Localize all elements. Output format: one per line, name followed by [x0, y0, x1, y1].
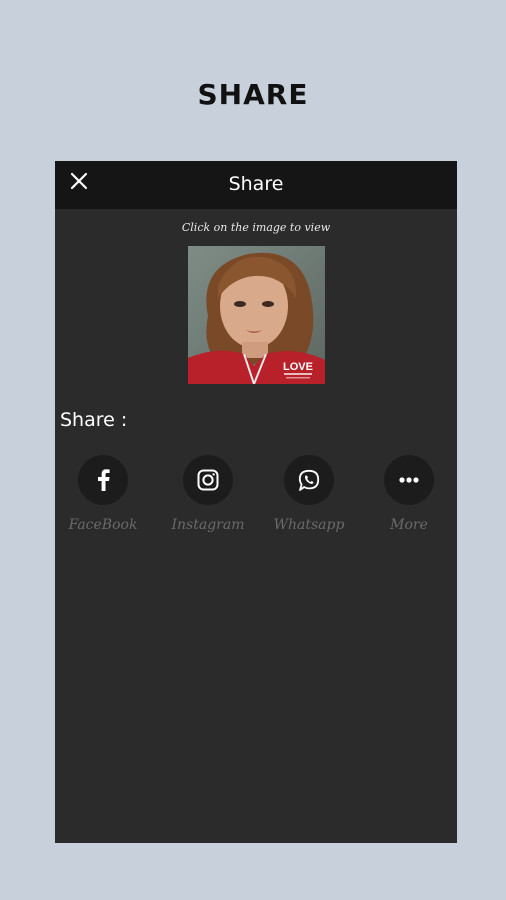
more-circle [384, 455, 434, 505]
share-label: Share : [60, 409, 128, 431]
preview-overlay-text: LOVE [283, 361, 313, 373]
instagram-icon [197, 469, 219, 491]
page-title: SHARE [197, 78, 309, 111]
share-option-label: Whatsapp [273, 517, 345, 533]
view-hint: Click on the image to view [181, 221, 331, 234]
share-facebook-button[interactable]: FaceBook [55, 455, 153, 539]
share-more-button[interactable]: More [359, 455, 457, 539]
share-instagram-button[interactable]: Instagram [158, 455, 258, 539]
portrait-thumbnail: LOVE [188, 246, 325, 384]
close-icon [70, 172, 88, 190]
whatsapp-circle [284, 455, 334, 505]
close-button[interactable] [67, 169, 91, 193]
image-preview[interactable]: LOVE [188, 246, 325, 384]
share-option-label: FaceBook [68, 517, 138, 533]
share-whatsapp-button[interactable]: Whatsapp [259, 455, 359, 539]
share-option-label: More [390, 517, 428, 533]
facebook-icon [98, 469, 110, 491]
dialog-title: Share [228, 173, 284, 195]
dialog-header: Share [55, 161, 457, 209]
facebook-circle [78, 455, 128, 505]
share-option-label: Instagram [171, 517, 245, 533]
whatsapp-icon [298, 469, 320, 491]
instagram-circle [183, 455, 233, 505]
share-dialog: Share Click on the image to view LOVE Sh… [55, 161, 457, 843]
more-icon [399, 477, 419, 483]
